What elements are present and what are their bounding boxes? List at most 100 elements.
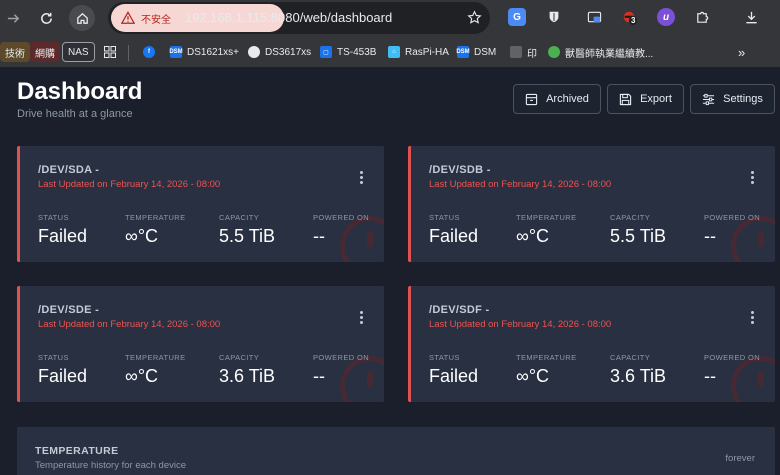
puzzle-icon [696, 11, 708, 23]
temperature-range-select[interactable]: forever [725, 453, 755, 464]
dsm-icon: DSM [169, 46, 183, 58]
kebab-menu-icon[interactable] [751, 171, 755, 185]
ninja-extension-icon[interactable]: 3 [620, 8, 638, 26]
reload-button[interactable] [33, 5, 59, 31]
drive-card[interactable]: /DEV/SDA - Last Updated on February 14, … [17, 146, 384, 262]
translate-label: G [513, 11, 521, 23]
bookmark-facebook[interactable]: f [143, 41, 160, 63]
export-label: Export [640, 93, 672, 105]
alert-circle-icon [731, 356, 775, 402]
capacity-value: 3.6 TiB [610, 366, 667, 386]
u-extension-label: u [662, 11, 670, 23]
temperature-value: ∞°C [516, 366, 550, 386]
github-icon [248, 46, 260, 58]
bookmark-dsm[interactable]: DSM DSM [456, 41, 496, 63]
powered-on-value: -- [313, 366, 325, 386]
drive-last-updated: Last Updated on February 14, 2026 - 08:0… [429, 179, 612, 190]
save-icon [619, 93, 632, 105]
drive-device-name: /DEV/SDF - [429, 304, 490, 316]
bookmark-vet-education[interactable]: 獸醫師執業繼續教... [548, 41, 653, 63]
arrow-right-icon [7, 13, 19, 23]
bookmark-label: TS-453B [337, 46, 377, 58]
status-value: Failed [429, 226, 479, 246]
drive-last-updated: Last Updated on February 14, 2026 - 08:0… [38, 179, 221, 190]
translate-icon[interactable]: G [508, 8, 526, 26]
temperature-label: TEMPERATURE [516, 353, 577, 362]
kebab-menu-icon[interactable] [360, 171, 364, 185]
home-icon [76, 12, 88, 24]
bitwarden-icon[interactable] [545, 8, 563, 26]
apps-grid-button[interactable] [104, 41, 116, 63]
bookmark-ds3617xs[interactable]: DS3617xs [248, 41, 311, 63]
status-value: Failed [429, 366, 479, 386]
powered-on-label: POWERED ON [313, 213, 370, 222]
temperature-value: ∞°C [516, 226, 550, 246]
bookmark-folder-tech[interactable]: 技術 [0, 42, 30, 62]
document-icon [510, 46, 522, 58]
address-bar[interactable]: 不安全 192.168.1.115:8080/web/dashboard [108, 2, 490, 34]
home-assistant-icon: ⌂ [388, 46, 400, 58]
bookmark-ds1621xs[interactable]: DSM DS1621xs+ [169, 41, 239, 63]
drive-device-name: /DEV/SDB - [429, 164, 491, 176]
bookmark-label: 印 [527, 48, 537, 60]
status-label: STATUS [429, 353, 460, 362]
drive-last-updated: Last Updated on February 14, 2026 - 08:0… [38, 319, 221, 330]
url-text[interactable]: 192.168.1.115:8080/web/dashboard [185, 10, 392, 25]
home-button[interactable] [69, 5, 95, 31]
downloads-button[interactable] [742, 8, 760, 26]
bookmarks-overflow-button[interactable]: » [738, 41, 745, 63]
temperature-panel-title: TEMPERATURE [35, 445, 119, 457]
drive-card[interactable]: /DEV/SDB - Last Updated on February 14, … [408, 146, 775, 262]
capacity-label: CAPACITY [610, 213, 651, 222]
bookmark-folder-shopping[interactable]: 網購 [30, 42, 60, 62]
settings-button[interactable]: Settings [690, 84, 775, 114]
archive-icon [525, 93, 538, 105]
kebab-menu-icon[interactable] [751, 311, 755, 325]
status-value: Failed [38, 226, 88, 246]
powered-on-label: POWERED ON [313, 353, 370, 362]
sliders-icon [703, 93, 715, 105]
bookmark-label: DS1621xs+ [187, 46, 239, 58]
screen-capture-icon[interactable] [585, 8, 603, 26]
capacity-value: 5.5 TiB [610, 226, 667, 246]
dsm-icon: DSM [456, 46, 470, 58]
u-extension-icon[interactable]: u [657, 8, 675, 26]
powered-on-value: -- [704, 226, 716, 246]
back-button[interactable] [0, 5, 26, 31]
archived-button[interactable]: Archived [513, 84, 601, 114]
capacity-label: CAPACITY [610, 353, 651, 362]
temperature-label: TEMPERATURE [125, 213, 186, 222]
extensions-button[interactable] [693, 8, 711, 26]
bookmark-label: RasPi-HA [405, 46, 449, 58]
grid-icon [104, 46, 116, 58]
alert-circle-icon [731, 216, 775, 262]
bookmark-star-icon[interactable] [467, 10, 482, 25]
capacity-label: CAPACITY [219, 353, 260, 362]
browser-toolbar: 不安全 192.168.1.115:8080/web/dashboard G 3… [0, 0, 780, 36]
export-button[interactable]: Export [607, 84, 684, 114]
bookmarks-bar: 技術 網購 NAS f DSM DS1621xs+ DS3617xs ▢ TS-… [0, 36, 780, 68]
qnap-icon: ▢ [320, 46, 332, 58]
screen-icon [587, 11, 601, 22]
capacity-value: 3.6 TiB [219, 366, 276, 386]
bookmark-raspi-ha[interactable]: ⌂ RasPi-HA [388, 41, 449, 63]
status-value: Failed [38, 366, 88, 386]
temperature-value: ∞°C [125, 366, 159, 386]
bookmark-folder-nas[interactable]: NAS [62, 42, 95, 62]
bookmark-ts453b[interactable]: ▢ TS-453B [320, 41, 376, 63]
drive-last-updated: Last Updated on February 14, 2026 - 08:0… [429, 319, 612, 330]
drive-device-name: /DEV/SDE - [38, 304, 100, 316]
alert-circle-icon [340, 216, 384, 262]
bookmark-print[interactable]: 印 [510, 41, 537, 63]
drive-card[interactable]: /DEV/SDF - Last Updated on February 14, … [408, 286, 775, 402]
archived-label: Archived [546, 93, 589, 105]
kebab-menu-icon[interactable] [360, 311, 364, 325]
warning-icon [121, 11, 135, 24]
temperature-label: TEMPERATURE [516, 213, 577, 222]
status-label: STATUS [429, 213, 460, 222]
temperature-panel-subtitle: Temperature history for each device [35, 460, 187, 471]
bookmark-label: 獸醫師執業繼續教... [565, 48, 654, 60]
status-label: STATUS [38, 353, 69, 362]
download-icon [745, 11, 757, 23]
drive-card[interactable]: /DEV/SDE - Last Updated on February 14, … [17, 286, 384, 402]
